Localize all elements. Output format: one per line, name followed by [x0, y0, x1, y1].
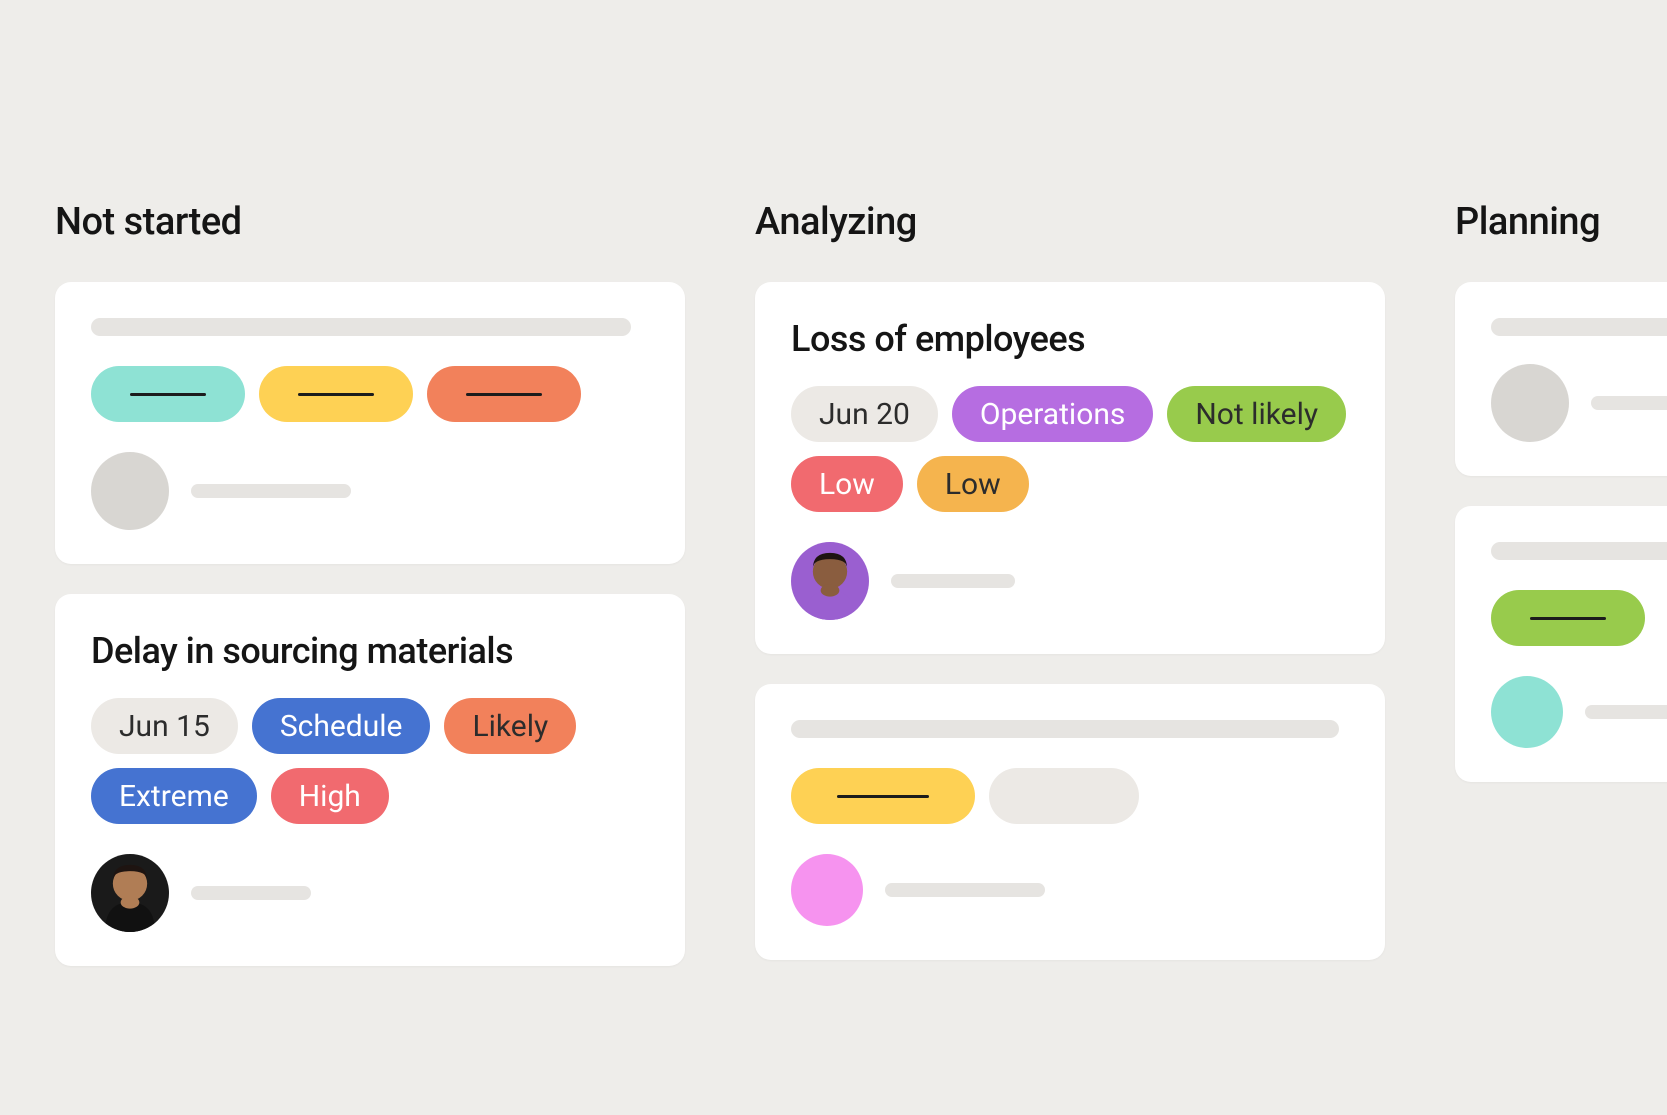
assignee-meta-placeholder [1585, 705, 1667, 719]
assignee-meta-placeholder [891, 574, 1015, 588]
kanban-card[interactable] [1455, 506, 1667, 782]
column-title: Planning [1455, 200, 1667, 244]
assignee-meta-placeholder [885, 883, 1045, 897]
assignee-avatar[interactable] [91, 854, 169, 932]
kanban-card[interactable]: Loss of employees Jun 20OperationsNot lik… [755, 282, 1385, 654]
column-title: Not started [55, 200, 685, 244]
tag[interactable]: Jun 20 [791, 386, 938, 442]
kanban-column: Analyzing Loss of employees Jun 20Operatio… [755, 200, 1385, 996]
card-title-placeholder [791, 720, 1339, 738]
tag[interactable]: Operations [952, 386, 1154, 442]
kanban-card[interactable] [55, 282, 685, 564]
assignee-avatar[interactable] [91, 452, 169, 530]
column-title: Analyzing [755, 200, 1385, 244]
tag-placeholder [259, 366, 413, 422]
kanban-card[interactable] [755, 684, 1385, 960]
tag[interactable]: Jun 15 [91, 698, 238, 754]
card-tags [91, 366, 649, 422]
assignee-meta-placeholder [1591, 396, 1667, 410]
assignee-avatar[interactable] [791, 854, 863, 926]
tag[interactable]: Schedule [252, 698, 431, 754]
tag[interactable]: Extreme [91, 768, 257, 824]
kanban-column: Planning [1455, 200, 1667, 996]
card-tags [1491, 590, 1667, 646]
kanban-column: Not started Delay in sourcing materials Ju… [55, 200, 685, 996]
card-tags [791, 768, 1349, 824]
card-title-placeholder [1491, 318, 1667, 336]
card-title: Loss of employees [791, 318, 1349, 360]
tag[interactable]: Low [791, 456, 903, 512]
tag[interactable]: Low [917, 456, 1029, 512]
assignee-row [791, 542, 1349, 620]
kanban-card[interactable]: Delay in sourcing materials Jun 15Schedul… [55, 594, 685, 966]
assignee-row [91, 854, 649, 932]
assignee-avatar[interactable] [1491, 676, 1563, 748]
assignee-row [1491, 364, 1667, 442]
card-tags: Jun 20OperationsNot likely LowLow [791, 386, 1349, 512]
card-tags: Jun 15ScheduleLikely ExtremeHigh [91, 698, 649, 824]
assignee-meta-placeholder [191, 484, 351, 498]
assignee-avatar[interactable] [1491, 364, 1569, 442]
assignee-row [791, 854, 1349, 926]
tag-placeholder [1491, 590, 1645, 646]
tag[interactable]: High [271, 768, 389, 824]
assignee-avatar[interactable] [791, 542, 869, 620]
assignee-row [1491, 676, 1667, 748]
tag[interactable]: Not likely [1167, 386, 1346, 442]
assignee-row [91, 452, 649, 530]
card-title-placeholder [1491, 542, 1667, 560]
card-title-placeholder [91, 318, 631, 336]
tag-placeholder [427, 366, 581, 422]
tag-placeholder [989, 768, 1139, 824]
assignee-meta-placeholder [191, 886, 311, 900]
tag[interactable]: Likely [444, 698, 576, 754]
kanban-card[interactable] [1455, 282, 1667, 476]
tag-placeholder [791, 768, 975, 824]
tag-placeholder [91, 366, 245, 422]
card-title: Delay in sourcing materials [91, 630, 649, 672]
